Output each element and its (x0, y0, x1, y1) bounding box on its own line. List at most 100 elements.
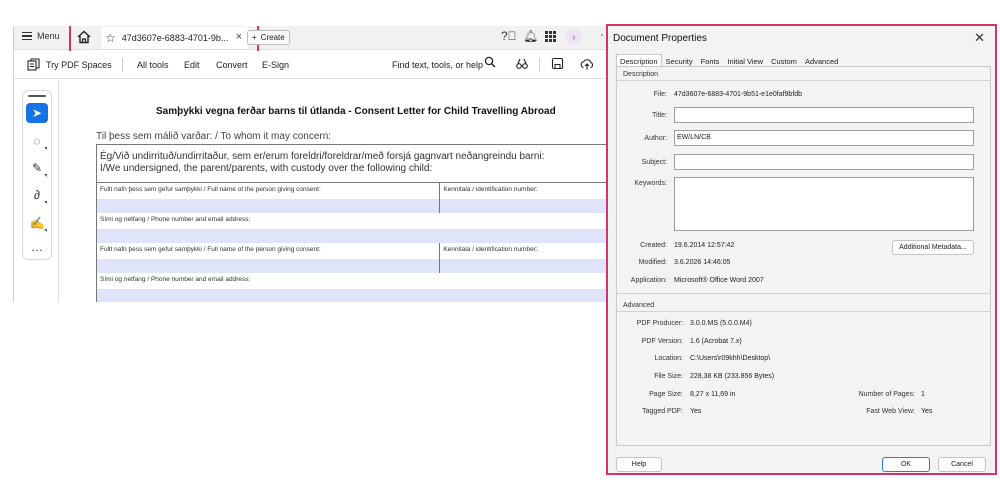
document-tab[interactable]: ☆ 47d3607e-6883-4701-9b... × (101, 27, 248, 49)
draw-tool-icon[interactable]: ∂ (26, 185, 48, 205)
phone-email-input[interactable] (97, 289, 613, 302)
id-number-field-2[interactable]: Kennitala / identification number: (440, 243, 613, 273)
pdf-spaces-icon (27, 58, 40, 71)
cancel-button[interactable]: Cancel (938, 457, 986, 472)
document-properties-dialog: Document Properties ✕ Description Securi… (606, 24, 997, 475)
ai-assistant-icon[interactable] (515, 57, 529, 71)
file-size-value: 228,38 KB (233.856 Bytes) (690, 373, 775, 380)
create-label: Create (260, 33, 285, 42)
avatar[interactable]: ♁ (566, 29, 582, 45)
save-icon[interactable] (551, 57, 564, 70)
help-button[interactable]: Help (616, 457, 662, 472)
phone-email-field[interactable]: Sími og netfang / Phone number and email… (97, 213, 613, 243)
id-number-field[interactable]: Kennitala / identification number: (440, 183, 613, 213)
advanced-group-title: Advanced (623, 302, 655, 309)
ok-button[interactable]: OK (882, 457, 930, 472)
id-number-label: Kennitala / identification number: (443, 246, 538, 253)
page-size-label: Page Size: (649, 391, 683, 398)
highlight-tool-icon[interactable]: ✎ (26, 158, 48, 178)
file-value: 47d3607e-6883-4701-9b51-e1e0faf9bfdb (674, 91, 803, 98)
full-name-label: Fullt nafn þess sem gefur samþykki / Ful… (100, 246, 321, 253)
create-button[interactable]: + Create (247, 30, 290, 45)
location-value: C:\Users\r09khh\Desktop\ (690, 355, 771, 362)
modified-value: 3.6.2026 14:46:05 (674, 259, 731, 266)
full-name-field-2[interactable]: Fullt nafn þess sem gefur samþykki / Ful… (97, 243, 441, 273)
rail-divider (58, 80, 59, 302)
title-label: Title: (652, 112, 667, 119)
tools-rail: ➤ ◌ ✎ ∂ ✍ … (22, 90, 52, 260)
pdf-version-value: 1.6 (Acrobat 7.x) (690, 338, 742, 345)
created-label: Created: (640, 242, 667, 249)
tagged-pdf-label: Tagged PDF: (642, 408, 683, 415)
tagged-pdf-value: Yes (690, 408, 702, 415)
created-value: 19.6.2014 12:57:42 (674, 242, 735, 249)
share-upload-icon[interactable] (580, 57, 594, 71)
additional-metadata-button[interactable]: Additional Metadata... (892, 240, 974, 255)
bell-icon[interactable]: 🔔︎ (523, 30, 538, 42)
help-icon[interactable]: ?⃝ (501, 30, 517, 42)
application-value: Microsoft® Office Word 2007 (674, 277, 764, 284)
full-name-input[interactable] (97, 259, 440, 273)
concern-line: Til þess sem málið varðar: / To whom it … (96, 131, 332, 142)
search-icon[interactable] (484, 56, 496, 68)
id-number-input[interactable] (440, 259, 613, 273)
edit-link[interactable]: Edit (184, 60, 200, 70)
file-size-label: File Size: (654, 373, 683, 380)
id-number-label: Kennitala / identification number: (443, 186, 538, 193)
title-field[interactable] (674, 107, 974, 123)
esign-link[interactable]: E-Sign (262, 60, 289, 70)
description-group-title: Description (623, 71, 659, 78)
full-name-input[interactable] (97, 199, 440, 213)
main-toolbar: Try PDF Spaces All tools Edit Convert E-… (14, 51, 613, 79)
acrobat-window: Menu ☆ 47d3607e-6883-4701-9b... × + Crea… (13, 26, 613, 302)
plus-icon: + (252, 33, 257, 42)
apps-grid-icon[interactable] (545, 31, 556, 42)
hamburger-icon (22, 32, 32, 40)
comment-tool-icon[interactable]: ◌ (26, 131, 48, 151)
menu-button[interactable]: Menu (22, 31, 60, 41)
more-tools-icon[interactable]: … (26, 237, 48, 257)
title-bar: Menu ☆ 47d3607e-6883-4701-9b... × + Crea… (14, 26, 613, 57)
close-tab-icon[interactable]: × (236, 31, 242, 43)
author-label: Author: (644, 135, 667, 142)
pdf-producer-label: PDF Producer: (636, 320, 683, 327)
phone-email-label: Sími og netfang / Phone number and email… (100, 276, 251, 283)
convert-link[interactable]: Convert (216, 60, 248, 70)
full-name-label: Fullt nafn þess sem gefur samþykki / Ful… (100, 186, 321, 193)
keywords-field[interactable] (674, 177, 974, 231)
subject-field[interactable] (674, 154, 974, 170)
full-name-field[interactable]: Fullt nafn þess sem gefur samþykki / Ful… (97, 183, 441, 213)
toolbar-divider (539, 58, 540, 72)
phone-email-label: Sími og netfang / Phone number and email… (100, 216, 251, 223)
intro-line-2: I/We undersigned, the parent/parents, wi… (100, 163, 433, 174)
all-tools-link[interactable]: All tools (137, 60, 169, 70)
home-icon[interactable] (76, 29, 92, 45)
document-tab-title: 47d3607e-6883-4701-9b... (121, 33, 229, 43)
menu-label: Menu (37, 31, 60, 41)
star-icon[interactable]: ☆ (105, 32, 116, 44)
page-size-value: 8,27 x 11,69 in (690, 391, 736, 398)
form-row: Fullt nafn þess sem gefur samþykki / Ful… (97, 183, 613, 213)
pdf-version-label: PDF Version: (641, 338, 683, 345)
sign-tool-icon[interactable]: ✍ (26, 213, 48, 233)
location-label: Location: (654, 355, 683, 362)
more-options-icon[interactable]: · (600, 27, 604, 41)
dialog-title: Document Properties (613, 33, 707, 44)
modified-label: Modified: (638, 259, 667, 266)
phone-email-field-2[interactable]: Sími og netfang / Phone number and email… (97, 273, 613, 302)
phone-email-input[interactable] (97, 229, 613, 243)
description-panel: Description File: 47d3607e-6883-4701-9b5… (616, 66, 991, 446)
try-pdf-spaces-button[interactable]: Try PDF Spaces (27, 58, 112, 71)
id-number-input[interactable] (440, 199, 613, 213)
intro-text: Ég/Við undirrituð/undirritaður, sem er/e… (97, 145, 613, 183)
number-of-pages-label: Number of Pages: (858, 391, 915, 398)
pdf-producer-value: 3.0.0.MS (5.0.0.M4) (690, 320, 752, 327)
fast-web-view-label: Fast Web View: (866, 408, 915, 415)
rail-grip-handle[interactable] (28, 95, 46, 97)
keywords-label: Keywords: (634, 180, 667, 187)
find-text-field[interactable]: Find text, tools, or help (392, 60, 483, 70)
close-icon[interactable]: ✕ (974, 30, 985, 46)
author-field[interactable]: EW/LN/CB (674, 130, 974, 146)
select-tool-icon[interactable]: ➤ (26, 103, 48, 123)
form-row: Sími og netfang / Phone number and email… (97, 213, 613, 243)
